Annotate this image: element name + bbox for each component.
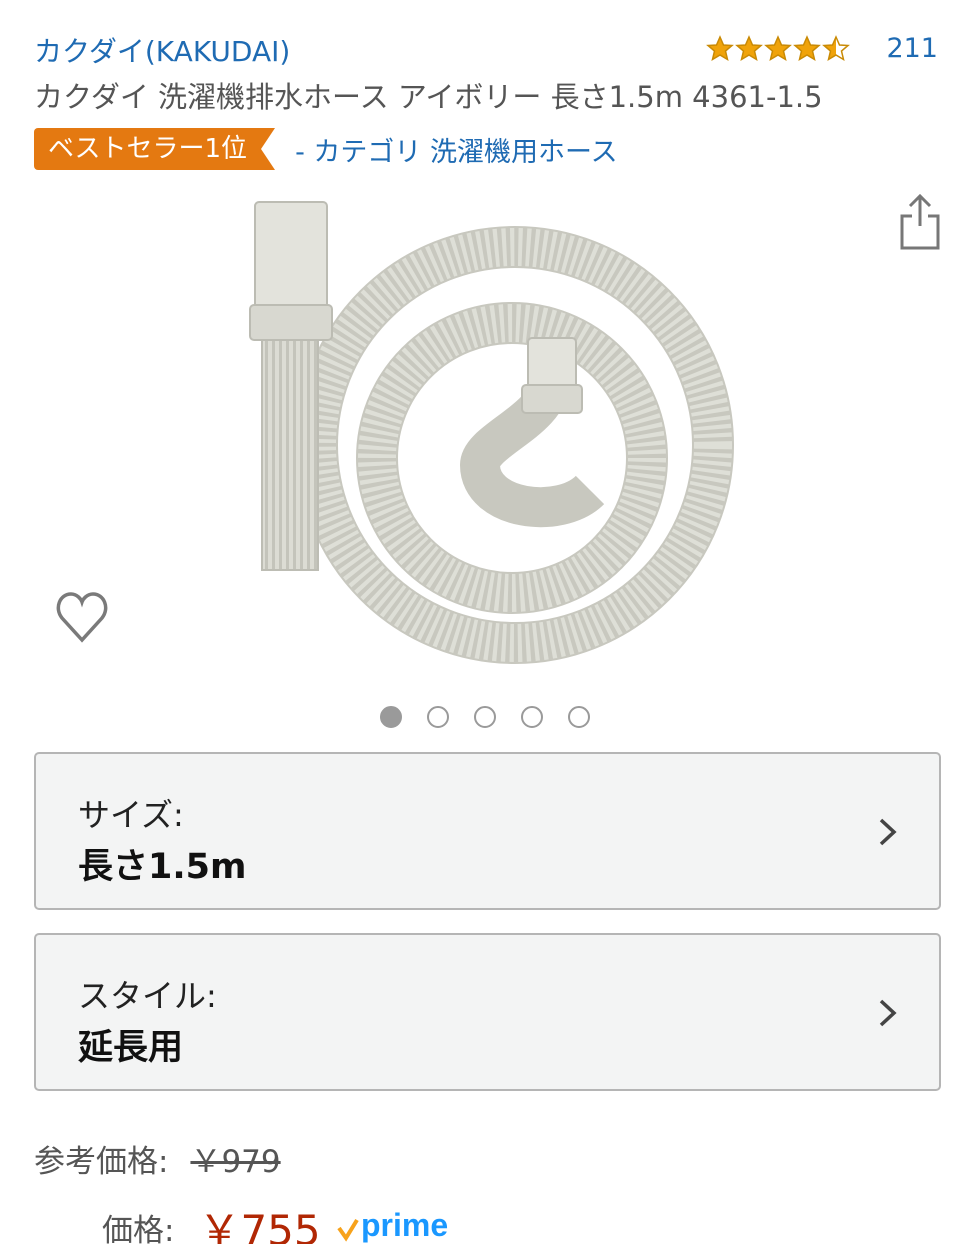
carousel-dot[interactable] (474, 706, 496, 728)
hose-image (249, 201, 734, 664)
star-icon (706, 34, 735, 61)
rating[interactable]: 211 (706, 33, 938, 64)
size-option-selector[interactable]: サイズ: 長さ1.5m (34, 752, 941, 910)
carousel-dot[interactable] (521, 706, 543, 728)
size-option-label: サイズ: (78, 796, 184, 834)
prime-logo: prime (336, 1208, 448, 1243)
image-carousel-dots[interactable] (0, 706, 960, 728)
star-icon (735, 34, 764, 61)
rating-stars (706, 34, 851, 63)
product-title: カクダイ 洗濯機排水ホース アイボリー 長さ1.5m 4361-1.5 (34, 80, 823, 114)
star-icon (764, 34, 793, 61)
star-icon (822, 34, 851, 61)
heart-icon[interactable] (54, 590, 110, 646)
chevron-right-icon (879, 818, 897, 846)
bestseller-row: ベストセラー1位 - カテゴリ 洗濯機用ホース (34, 128, 618, 170)
star-icon (793, 34, 822, 61)
price-block: 参考価格: ￥979 価格: ￥755 prime (34, 1136, 934, 1244)
brand-link[interactable]: カクダイ(KAKUDAI) (34, 30, 290, 70)
price-label: 価格: (102, 1213, 175, 1244)
list-price-row: 参考価格: ￥979 (34, 1136, 934, 1181)
price-row: 価格: ￥755 prime (34, 1197, 934, 1244)
list-price-label: 参考価格: (34, 1144, 169, 1180)
prime-text: prime (361, 1208, 448, 1243)
style-option-label: スタイル: (78, 977, 217, 1015)
rating-count[interactable]: 211 (886, 33, 938, 64)
bestseller-badge: ベストセラー1位 (34, 128, 262, 170)
list-price: ￥979 (190, 1144, 281, 1180)
size-option-value: 長さ1.5m (78, 847, 247, 887)
style-option-selector[interactable]: スタイル: 延長用 (34, 933, 941, 1091)
chevron-right-icon (879, 999, 897, 1027)
carousel-dot[interactable] (427, 706, 449, 728)
price-value: ￥755 (198, 1206, 321, 1244)
share-icon[interactable] (898, 192, 942, 252)
carousel-dot[interactable] (380, 706, 402, 728)
bestseller-badge-tail (261, 128, 276, 170)
style-option-value: 延長用 (78, 1028, 184, 1068)
carousel-dot[interactable] (568, 706, 590, 728)
product-image[interactable] (230, 190, 740, 670)
bestseller-category-link[interactable]: - カテゴリ 洗濯機用ホース (295, 130, 618, 169)
